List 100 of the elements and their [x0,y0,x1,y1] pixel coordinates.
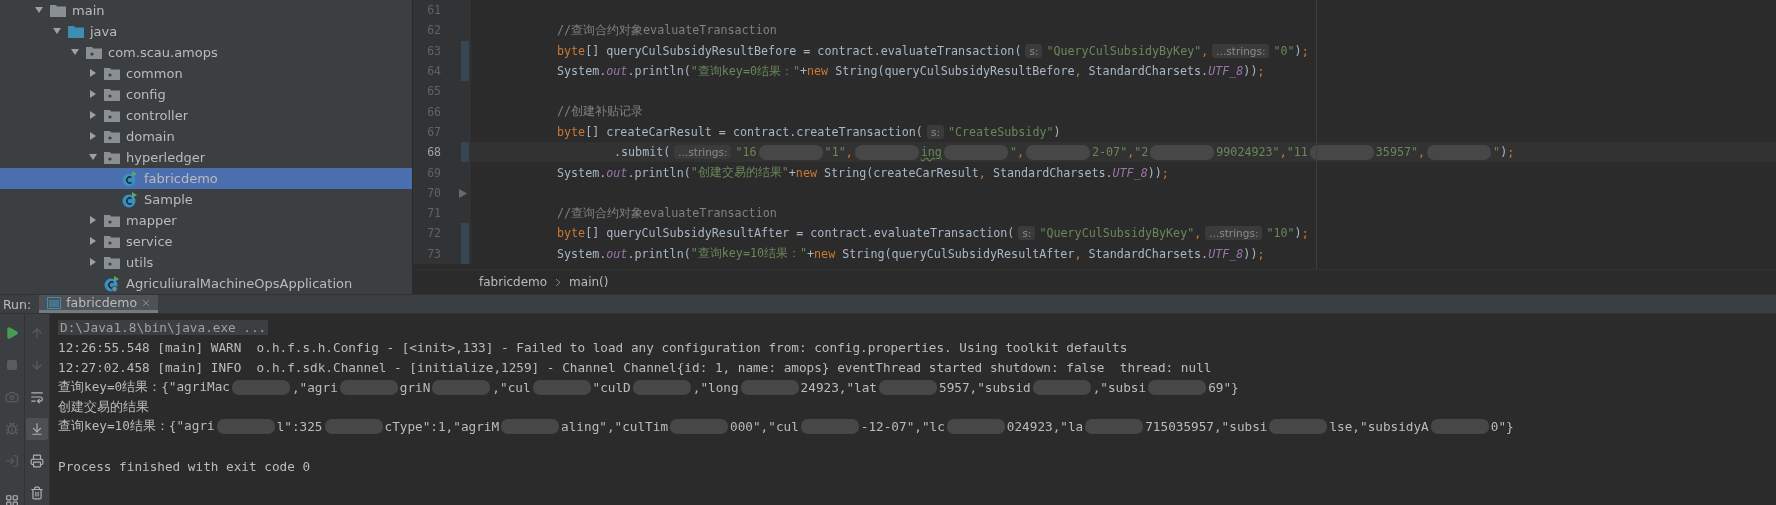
collapsed-arrow-icon[interactable] [88,88,98,99]
code-text: System. [557,165,607,180]
parameter-hint: s: [926,124,944,139]
expanded-arrow-icon[interactable] [52,25,62,36]
play-icon[interactable] [5,326,19,340]
code-text: [] createCarResult = contract.createTransaction( [585,124,923,139]
parameter-hint: ...strings: [1205,226,1263,241]
string-literal: "10" [1266,226,1295,241]
keyword: new [814,246,836,261]
package-folder-icon [104,235,120,248]
tree-item-label: AgriculiuralMachineOpsApplication [126,276,353,291]
close-icon[interactable] [142,298,151,307]
redaction-blur [1430,419,1489,435]
change-marker[interactable] [461,243,469,264]
expanded-arrow-icon[interactable] [88,151,98,162]
console-output: ,"cul [492,379,531,395]
punctuation: , [978,165,986,180]
console-output: 69"} [1208,379,1239,395]
tree-item[interactable]: mapper [0,210,412,231]
code-comment: //查询合约对象evaluateTransaction [557,22,777,38]
code-text: )) [1243,246,1258,261]
redaction-blur [231,379,290,395]
folder-icon [50,4,66,17]
tree-item[interactable]: AgriculiuralMachineOpsApplication [0,273,412,294]
tree-item[interactable]: main [0,0,412,21]
command-line-text[interactable]: D:\Java1.8\bin\java.exe ... [58,320,269,336]
parameter-hint: s: [1025,43,1043,58]
punctuation: ; [1257,246,1265,261]
punctuation: ; [1257,64,1265,79]
code-comment: //创建补贴记录 [557,104,644,120]
tree-item[interactable]: domain [0,126,412,147]
console-output: 000","cul [730,419,799,435]
change-marker[interactable] [461,60,469,82]
string-literal: "查询key=0结果：" [690,63,800,79]
code-text: + [807,246,815,261]
punctuation: ; [1507,145,1515,160]
code-text: .submit( [614,145,671,160]
package-folder-icon [104,256,120,269]
redaction-blur [339,379,398,395]
breadcrumb[interactable]: main() [569,275,609,289]
console-output: ,"long [692,379,739,395]
parameter-hint: ...strings: [1212,43,1270,58]
code-text: StandardCharsets. [1087,246,1209,261]
collapsed-arrow-icon[interactable] [88,130,98,141]
collapsed-arrow-icon[interactable] [88,214,98,225]
scroll-to-end-button[interactable] [26,418,48,440]
collapsed-arrow-icon[interactable] [88,256,98,267]
tree-item[interactable]: hyperledger [0,147,412,168]
tree-item[interactable]: controller [0,105,412,126]
string-literal: "0" [1273,43,1295,58]
tree-item-label: config [126,87,166,102]
console-output: 12:27:02.458 [main] INFO o.h.f.sdk.Channel - [initialize,1259] - Channel Channel{id: 1, name: amops} eventThread started shutdown: false thread: null [58,360,1212,375]
misspelled-text: ing [920,145,942,160]
run-tab-label: fabricdemo [66,295,138,310]
change-marker[interactable] [461,142,469,163]
parameter-hint: s: [1018,226,1036,241]
code-text: )) [1147,165,1162,180]
field-name: out [606,246,628,261]
tree-item[interactable]: common [0,63,412,84]
redaction-blur [800,419,859,435]
tree-item[interactable]: Sample [0,189,412,210]
string-literal: "2 [1134,145,1149,160]
expanded-arrow-icon[interactable] [34,4,44,15]
collapsed-arrow-icon[interactable] [88,67,98,78]
punctuation: , [1127,145,1135,160]
redaction-blur [1148,379,1207,395]
change-marker[interactable] [461,223,469,244]
string-literal: "创建交易的结果" [690,165,789,180]
tree-item[interactable]: service [0,231,412,252]
breadcrumb[interactable]: fabricdemo [479,275,548,289]
change-marker[interactable] [461,40,469,61]
string-literal: "QueryCulSubsidyByKey" [1046,43,1202,58]
expanded-arrow-icon[interactable] [70,46,80,57]
collapsed-arrow-icon[interactable] [88,109,98,120]
punctuation: , [1016,145,1024,160]
trash-icon[interactable] [30,486,44,500]
punctuation: , [1201,43,1209,58]
redaction-blur [532,379,591,395]
collapsed-arrow-icon[interactable] [88,235,98,246]
fold-arrow-icon[interactable] [459,188,467,198]
run-panel-title: Run: [3,296,32,312]
tree-item[interactable]: config [0,84,412,105]
keyword: byte [557,124,586,139]
tree-item[interactable]: utils [0,252,412,273]
tree-item[interactable]: com.scau.amops [0,42,412,63]
soft-wrap-icon[interactable] [30,390,44,404]
code-text: String(queryCulSubsidyResultAfter [841,246,1075,261]
tree-item[interactable]: java [0,21,412,42]
run-tab[interactable]: fabricdemo [39,295,159,313]
punctuation: , [1074,64,1082,79]
package-folder-icon [104,88,120,101]
print-icon[interactable] [30,454,44,468]
redaction-blur [632,379,691,395]
console-output: cType":1,"agriM [384,419,500,435]
layout-icon[interactable] [5,494,19,505]
code-text: ) [1053,124,1061,139]
punctuation: , [1074,246,1082,261]
code-text: StandardCharsets. [991,165,1113,180]
punctuation: , [845,145,853,160]
package-folder-icon [104,214,120,227]
